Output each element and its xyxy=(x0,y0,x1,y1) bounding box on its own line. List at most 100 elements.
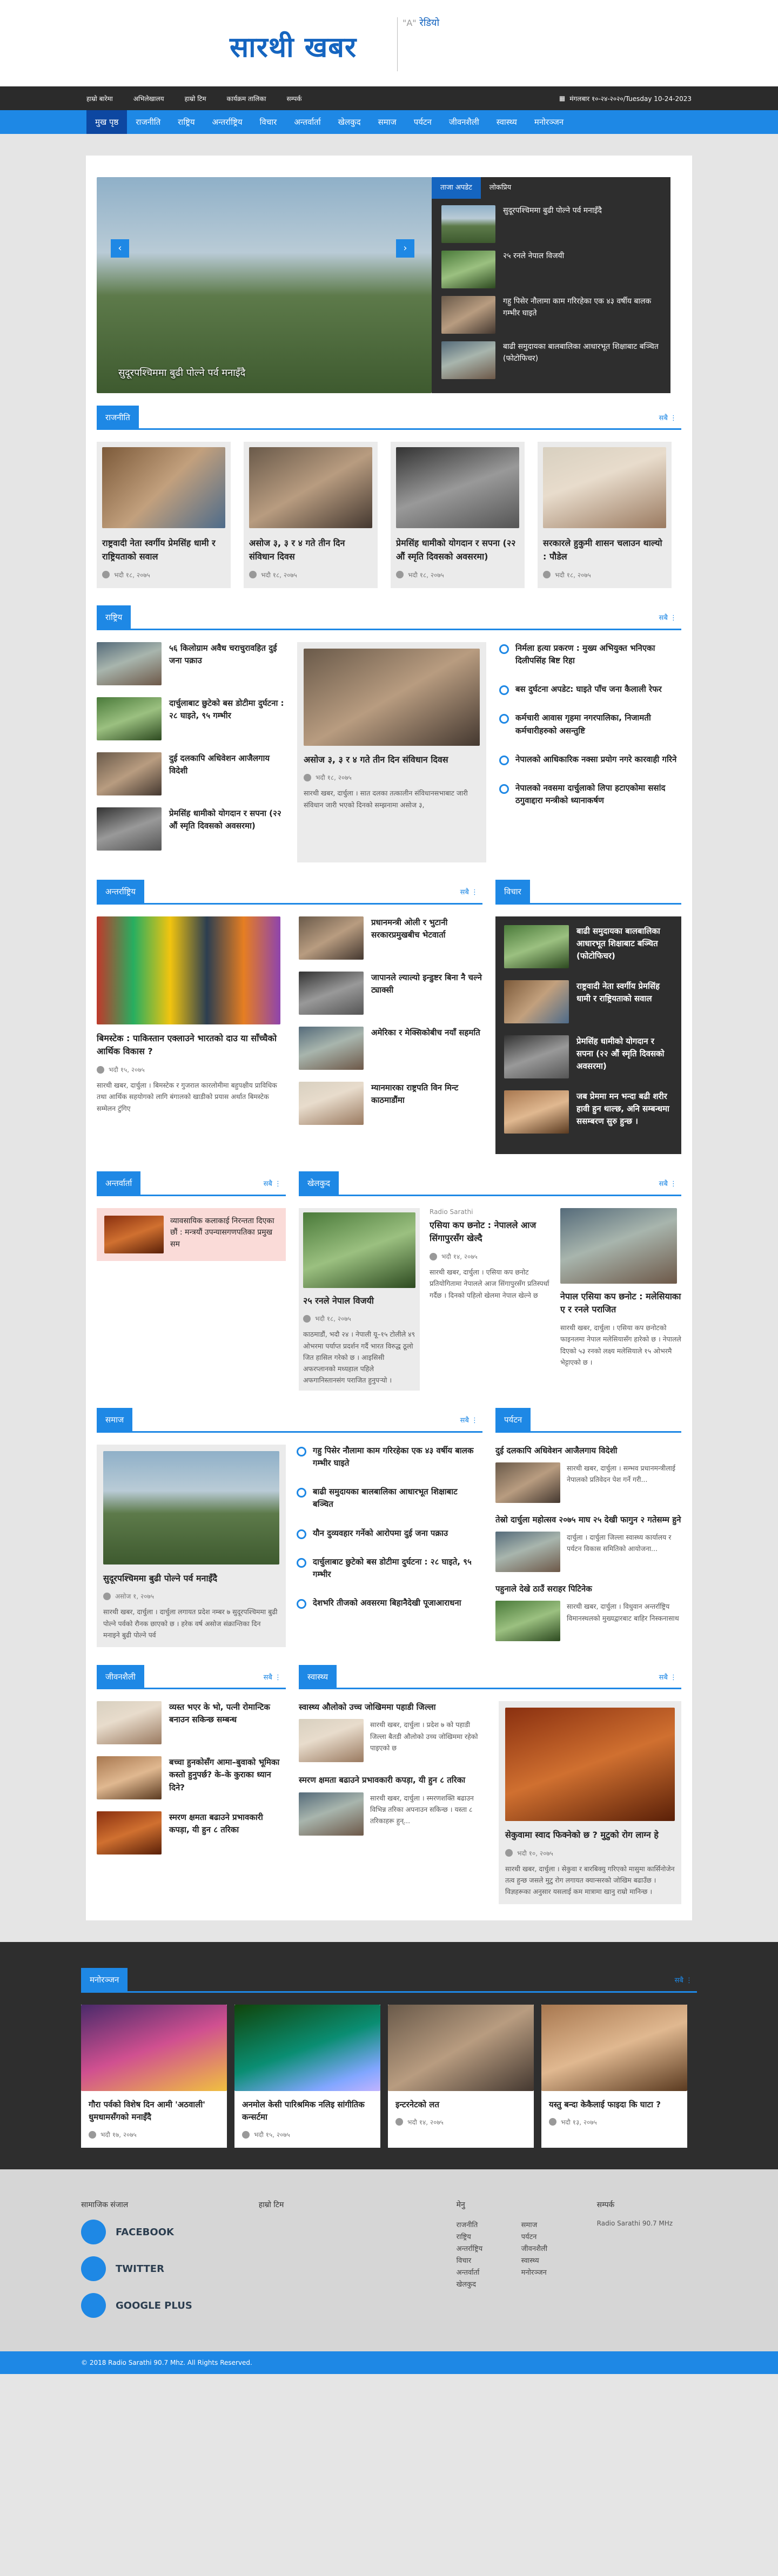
society-featured[interactable]: सुदूरपश्चिममा बुढी पोल्ने पर्व मनाइँदै अ… xyxy=(97,1444,286,1648)
google-plus-link[interactable]: GOOGLE PLUS xyxy=(81,2293,226,2318)
footer-menu-item[interactable]: राजनीति xyxy=(457,2220,511,2229)
list-item[interactable]: राष्ट्रवादी नेता स्वर्गीय प्रेमसिंह धामी… xyxy=(504,980,673,1023)
list-item[interactable]: कर्मचारी आवास गृहमा नगरपालिका, निजामती क… xyxy=(499,712,681,737)
list-item[interactable]: दार्चुलाबाट छुटेको बस डोटीमा दुर्घटना : … xyxy=(297,1556,480,1581)
list-item[interactable]: नेपालको आधिकारिक नक्सा प्रयोग नगरे कारवा… xyxy=(499,753,681,766)
list-item-title[interactable]: स्वास्थ्य औलोको उच्च जोखिममा पहाडी जिल्ल… xyxy=(299,1701,488,1714)
section-title[interactable]: खेलकुद xyxy=(299,1171,339,1196)
list-item[interactable]: अमेरिका र मेक्सिकोबीच नयाँ सहमति xyxy=(299,1026,482,1070)
nav-international[interactable]: अन्तर्राष्ट्रिय xyxy=(204,110,251,134)
news-title[interactable]: यस्तु बन्दा केकैलाई फाइदा कि घाटा ? xyxy=(541,2091,687,2111)
list-item-title[interactable]: यौन दुव्यवहार गर्नेको आरोपमा दुई जना पक्… xyxy=(313,1527,448,1540)
hero-slider[interactable]: ‹ › सुदूरपश्चिममा बुढी पोल्ने पर्व मनाइँ… xyxy=(97,177,432,393)
list-item[interactable]: गहु पिसेर नौलामा काम गरिरहेका एक ४३ वर्ष… xyxy=(297,1445,480,1470)
nav-lifestyle[interactable]: जीवनशैली xyxy=(440,110,488,134)
list-item[interactable]: स्मरण क्षमता बढाउने प्रभावकारी कपड़ा, यी… xyxy=(299,1774,488,1836)
nav-entertainment[interactable]: मनोरञ्जन xyxy=(526,110,572,134)
more-link[interactable]: सबै ⋮ xyxy=(659,413,681,422)
list-item[interactable]: बाढी समुदायका बालबालिका आधारभूत शिक्षाबा… xyxy=(504,925,673,968)
news-title[interactable]: नेपाल एसिया कप छनोट : मलेसियाका ए र रनले… xyxy=(560,1290,681,1317)
list-item-title[interactable]: राष्ट्रवादी नेता स्वर्गीय प्रेमसिंह धामी… xyxy=(576,980,673,1023)
health-featured[interactable]: सेकुवामा स्वाद फिक्नेको छ ? मुटुको रोग ल… xyxy=(499,1701,681,1904)
list-item[interactable]: दार्चुलाबाट छुटेको बस डोटीमा दुर्घटना : … xyxy=(97,697,284,740)
list-item-title[interactable]: गहु पिसेर नौलामा काम गरिरहेका एक ४३ वर्ष… xyxy=(313,1445,480,1470)
topbar-link-about[interactable]: हाम्रो बारेमा xyxy=(86,94,113,103)
topbar-link-team[interactable]: हाम्रो टिम xyxy=(185,94,206,103)
list-item[interactable]: देशभरि तीजको अवसरमा बिहानैदेखी पूजाआराधन… xyxy=(297,1597,480,1609)
news-title[interactable]: २५ रनले नेपाल विजयी xyxy=(303,1294,415,1308)
footer-menu-item[interactable]: स्वास्थ्य xyxy=(521,2255,575,2265)
news-title[interactable]: असोज ३, ३ र ४ गते तीन दिन संविधान दिवस xyxy=(304,753,480,767)
news-title[interactable]: सुदूरपश्चिममा बुढी पोल्ने पर्व मनाइँदै xyxy=(103,1572,279,1586)
list-item[interactable]: प्रधानमन्त्री ओली र भुटानी सरकारप्रमुखबी… xyxy=(299,916,482,960)
footer-menu-item[interactable]: खेलकुद xyxy=(457,2279,511,2289)
list-item[interactable]: प्रेमसिंह धामीको योगदान र सपना (२२ औं स्… xyxy=(504,1035,673,1078)
list-item[interactable]: बस दुर्घटना अपडेट: घाइते पाँच जना कैलाली… xyxy=(499,683,681,696)
list-item-title[interactable]: व्यस्त भएर के भो, पत्नी रोमान्टिक बनाउन … xyxy=(169,1701,286,1744)
news-title[interactable]: अनमोल केसी पारिश्रमिक नलिइ सांगीतिक कन्स… xyxy=(234,2091,380,2124)
list-item-title[interactable]: जापानले ल्याल्यो इन्डुष्टर बिना नै चल्ने… xyxy=(371,972,482,1015)
section-title[interactable]: अन्तर्राष्ट्रिय xyxy=(97,880,144,904)
list-item-title[interactable]: स्मरण क्षमता बढाउने प्रभावकारी कपड़ा, यी… xyxy=(169,1811,286,1855)
news-card[interactable]: २५ रनले नेपाल विजयी भदौ १८, २०७५ काठमाडौ… xyxy=(299,1208,420,1391)
facebook-link[interactable]: FACEBOOK xyxy=(81,2220,226,2245)
list-item[interactable]: प्रेमसिंह धामीको योगदान र सपना (२२ औं स्… xyxy=(97,807,284,851)
footer-menu-item[interactable]: समाज xyxy=(521,2220,575,2229)
more-link[interactable]: सबै ⋮ xyxy=(460,1415,482,1425)
topbar-link-archive[interactable]: अभिलेखालय xyxy=(133,94,164,103)
footer-menu-item[interactable]: राष्ट्रिय xyxy=(457,2231,511,2241)
more-link[interactable]: सबै ⋮ xyxy=(264,1672,286,1682)
nav-politics[interactable]: राजनीति xyxy=(127,110,169,134)
footer-menu-item[interactable]: जीवनशैली xyxy=(521,2243,575,2253)
list-item[interactable]: नेपालको नवसमा दार्चुलाको लिपा हटाएकोमा स… xyxy=(499,782,681,807)
news-card[interactable]: नेपाल एसिया कप छनोट : मलेसियाका ए र रनले… xyxy=(560,1208,681,1391)
nav-sports[interactable]: खेलकुद xyxy=(330,110,370,134)
news-title[interactable]: सरकारले हुकुमी शासन चलाउन थाल्यो : पौडेल xyxy=(543,537,666,564)
more-link[interactable]: सबै ⋮ xyxy=(675,1975,697,1985)
news-card[interactable]: Radio Sarathi एसिया कप छनोट : नेपालले आज… xyxy=(430,1208,551,1391)
news-title[interactable]: सेकुवामा स्वाद फिक्नेको छ ? मुटुको रोग ल… xyxy=(505,1829,675,1842)
section-title[interactable]: राजनीति xyxy=(97,405,139,429)
more-link[interactable]: सबै ⋮ xyxy=(659,1672,681,1682)
slider-prev-arrow-icon[interactable]: ‹ xyxy=(111,239,129,258)
list-item[interactable]: जापानले ल्याल्यो इन्डुष्टर बिना नै चल्ने… xyxy=(299,971,482,1015)
list-item[interactable]: तेस्रो दार्चुला महोत्सव २०७५ माघ २५ देखी… xyxy=(495,1514,681,1573)
list-item-title[interactable]: दार्चुलाबाट छुटेको बस डोटीमा दुर्घटना : … xyxy=(313,1556,480,1581)
list-item[interactable]: स्मरण क्षमता बढाउने प्रभावकारी कपड़ा, यी… xyxy=(97,1811,286,1855)
slider-next-arrow-icon[interactable]: › xyxy=(396,239,414,258)
news-card[interactable]: गौरा पर्वको विशेष दिन आमी 'अठवाली' धुमधा… xyxy=(81,2004,227,2148)
list-item[interactable]: पहुनाले देखे ठाउँ सराहर पिटिनेक सारथी खब… xyxy=(495,1583,681,1642)
site-logo[interactable]: सारथी खबर xyxy=(230,27,357,65)
nav-interview[interactable]: अन्तर्वार्ता xyxy=(285,110,329,134)
list-item[interactable]: बच्चा हुनकोसँग आमा–बुवाको भूमिका कस्तो ह… xyxy=(97,1756,286,1800)
section-title[interactable]: विचार xyxy=(495,880,530,904)
nav-society[interactable]: समाज xyxy=(370,110,405,134)
news-title[interactable]: इन्टरनेटको लत xyxy=(388,2091,534,2111)
list-item-title[interactable]: दुई दलकापि अधिवेशन आजैलगाय विदेशी xyxy=(495,1445,681,1457)
list-item-title[interactable]: म्यानमारका राष्ट्रपति विन मिन्ट काठमाडौं… xyxy=(371,1082,482,1125)
topbar-link-contact[interactable]: सम्पर्क xyxy=(287,94,302,103)
section-title[interactable]: अन्तर्वार्ता xyxy=(97,1171,141,1196)
nav-health[interactable]: स्वास्थ्य xyxy=(488,110,526,134)
nav-opinion[interactable]: विचार xyxy=(251,110,286,134)
list-item-title[interactable]: कर्मचारी आवास गृहमा नगरपालिका, निजामती क… xyxy=(515,712,681,737)
news-card[interactable]: राष्ट्रवादी नेता स्वर्गीय प्रेमसिंह धामी… xyxy=(97,442,231,588)
list-item[interactable]: म्यानमारका राष्ट्रपति विन मिन्ट काठमाडौं… xyxy=(299,1081,482,1125)
list-item-title[interactable]: अमेरिका र मेक्सिकोबीच नयाँ सहमति xyxy=(371,1027,480,1070)
more-link[interactable]: सबै ⋮ xyxy=(659,1178,681,1188)
list-item-title[interactable]: बस दुर्घटना अपडेट: घाइते पाँच जना कैलाली… xyxy=(515,683,662,696)
list-item-title[interactable]: देशभरि तीजको अवसरमा बिहानैदेखी पूजाआराधन… xyxy=(313,1597,461,1609)
list-item-title[interactable]: बाढी समुदायका बालबालिका आधारभूत शिक्षाबा… xyxy=(576,925,673,968)
news-title[interactable]: एसिया कप छनोट : नेपालले आज सिंगापुरसँग ख… xyxy=(430,1219,551,1246)
list-item[interactable]: यौन दुव्यवहार गर्नेको आरोपमा दुई जना पक्… xyxy=(297,1527,480,1540)
list-item[interactable]: दुई दलकापि अधिवेशन आजैलगाय विदेशी xyxy=(97,752,284,795)
international-featured[interactable]: बिमस्टेक : पाकिस्तान एक्लाउने भारतको दाउ… xyxy=(97,916,286,1137)
list-item-title[interactable]: २५ रनले नेपाल विजयी xyxy=(503,251,564,288)
list-item-title[interactable]: तेस्रो दार्चुला महोत्सव २०७५ माघ २५ देखी… xyxy=(495,1514,681,1526)
list-item-title[interactable]: पहुनाले देखे ठाउँ सराहर पिटिनेक xyxy=(495,1583,681,1595)
section-title[interactable]: स्वास्थ्य xyxy=(299,1664,337,1689)
list-item-title[interactable]: सुदूरपश्चिममा बुढी पोल्ने पर्व मनाइँदै xyxy=(503,205,602,243)
national-featured[interactable]: असोज ३, ३ र ४ गते तीन दिन संविधान दिवस भ… xyxy=(297,642,486,862)
list-item-title[interactable]: प्रेमसिंह धामीको योगदान र सपना (२२ औं स्… xyxy=(576,1035,673,1078)
list-item-title[interactable]: स्मरण क्षमता बढाउने प्रभावकारी कपड़ा, यी… xyxy=(299,1774,488,1786)
